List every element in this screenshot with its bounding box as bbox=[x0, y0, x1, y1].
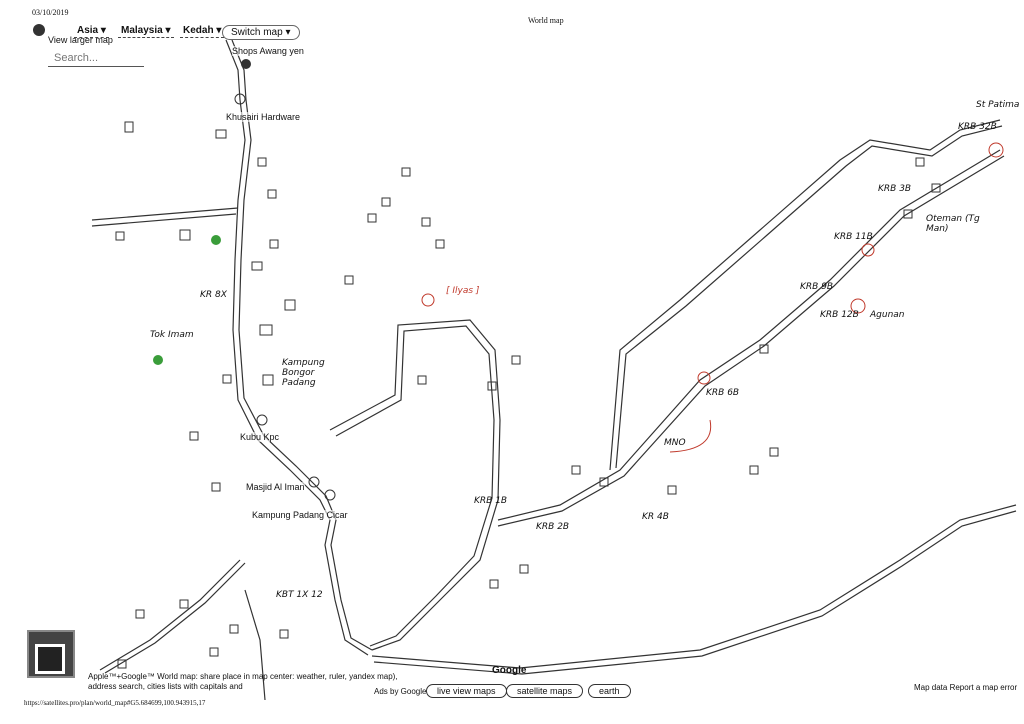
road-network bbox=[91, 39, 1017, 701]
kubu-pin-icon[interactable] bbox=[256, 414, 268, 426]
buildings bbox=[115, 121, 941, 669]
shop-pin-icon[interactable] bbox=[241, 59, 251, 69]
view-larger-link[interactable]: View larger map bbox=[48, 35, 113, 45]
attribution-text: Apple™+Google™ World map: share place in… bbox=[88, 672, 398, 691]
satellite-maps-button[interactable]: satellite maps bbox=[506, 684, 584, 698]
annotation-krb-3b: KRB 3B bbox=[878, 184, 912, 194]
annotation-kbt: KBT 1X 12 bbox=[276, 590, 323, 600]
google-logo: Google bbox=[492, 665, 527, 676]
page-url: https://satellites.pro/plan/world_map#G5… bbox=[24, 699, 206, 707]
ads-by-google[interactable]: Ads by Google bbox=[374, 687, 426, 696]
annotation-tok-imam: Tok Imam bbox=[150, 330, 194, 340]
state-select[interactable]: Kedah ▾ bbox=[180, 24, 225, 38]
label-kubu: Kubu Kpc bbox=[240, 432, 280, 442]
annotation-kampung-bongor: Kampung Bongor Padang bbox=[282, 358, 325, 388]
annotation-krb-9b: KRB 9B bbox=[800, 282, 834, 292]
print-date: 03/10/2019 bbox=[32, 8, 69, 17]
label-kampung: Kampung Padang Cicar bbox=[252, 510, 348, 520]
annotation-krb-2b: KRB 2B bbox=[536, 522, 570, 532]
annotation-kr-4b: KR 4B bbox=[642, 512, 669, 522]
green-marker[interactable] bbox=[153, 355, 163, 365]
earth-button[interactable]: earth bbox=[588, 684, 631, 698]
thumbnail-frame-icon bbox=[35, 644, 65, 674]
annotation-ilyas: [ Ilyas ] bbox=[446, 286, 480, 296]
annotation-krb-12b: KRB 12B bbox=[820, 310, 859, 320]
green-marker[interactable] bbox=[211, 235, 221, 245]
label-hardware: Khusairi Hardware bbox=[226, 112, 301, 122]
annotation-oteman: Oteman (Tg Man) bbox=[926, 214, 980, 234]
switch-map-button[interactable]: Switch map ▾ bbox=[222, 25, 300, 40]
live-view-maps-button[interactable]: live view maps bbox=[426, 684, 507, 698]
annotation-markers bbox=[421, 142, 1004, 453]
annotation-st-patima: St Patima bbox=[976, 100, 1020, 110]
annotation-krb-32b: KRB 32B bbox=[958, 122, 997, 132]
map-report-link[interactable]: Map data Report a map error bbox=[914, 683, 1017, 692]
annotation-krb-6b: KRB 6B bbox=[706, 388, 740, 398]
label-shops: Shops Awang yen bbox=[232, 46, 304, 56]
annotation-mno: MNO bbox=[664, 438, 686, 448]
masjid-pin-icon[interactable] bbox=[308, 476, 320, 488]
label-masjid: Masjid Al Iman bbox=[246, 482, 305, 492]
annotation-krb-11b: KRB 11B bbox=[834, 232, 873, 242]
annotation-kr-8x: KR 8X bbox=[200, 290, 227, 300]
annotation-agunan: Agunan bbox=[870, 310, 905, 320]
map-canvas[interactable] bbox=[0, 0, 1024, 724]
annotation-krb-1b: KRB 1B bbox=[474, 496, 508, 506]
country-select[interactable]: Malaysia ▾ bbox=[118, 24, 174, 38]
search-input[interactable] bbox=[48, 50, 144, 67]
kampung-pin-icon[interactable] bbox=[324, 489, 336, 501]
globe-icon[interactable] bbox=[33, 24, 45, 36]
page-title: World map bbox=[528, 16, 564, 25]
